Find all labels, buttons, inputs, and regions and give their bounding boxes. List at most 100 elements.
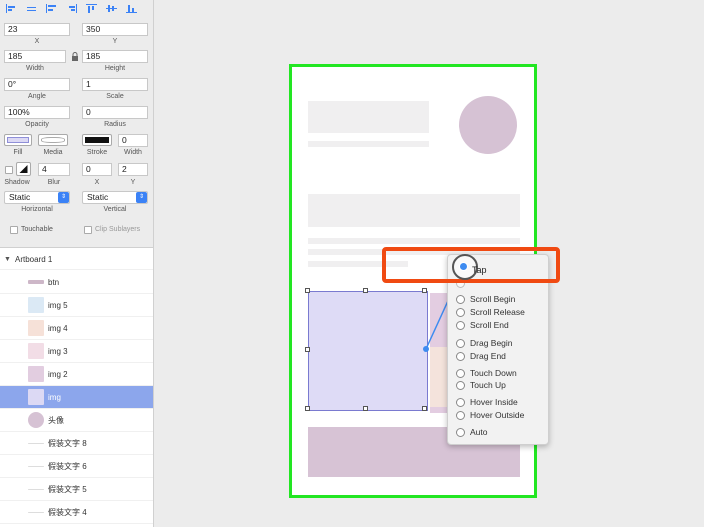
menu-item-hover-outside[interactable]: Hover Outside bbox=[456, 409, 524, 421]
inspector-sidebar: 23 X 350 Y 185 Width 185 Height 0° Angle… bbox=[0, 0, 154, 527]
text-placeholder-block[interactable] bbox=[308, 101, 429, 133]
stroke-width-field[interactable]: 0 bbox=[118, 134, 148, 147]
layer-row[interactable]: img 4 bbox=[0, 317, 153, 340]
layer-name: 假装文字 4 bbox=[48, 507, 87, 517]
align-right-icon[interactable] bbox=[64, 2, 78, 14]
layer-row[interactable]: 假装文字 5 bbox=[0, 478, 153, 501]
shadow-color-swatch[interactable] bbox=[16, 162, 31, 176]
layer-name: img 2 bbox=[48, 369, 68, 379]
layer-name: 假装文字 5 bbox=[48, 484, 87, 494]
design-canvas[interactable]: Scroll Begin Scroll Release Scroll End D… bbox=[155, 0, 704, 527]
shadow-x-field[interactable]: 0 bbox=[82, 163, 112, 176]
align-top-icon[interactable] bbox=[84, 2, 98, 14]
align-bottom-icon[interactable] bbox=[124, 2, 138, 14]
align-center-horizontal-icon[interactable] bbox=[44, 2, 58, 14]
angle-label: Angle bbox=[28, 93, 46, 100]
horizontal-label: Horizontal bbox=[21, 206, 53, 213]
menu-item-touch-down[interactable]: Touch Down bbox=[456, 367, 517, 379]
pointer-dot-icon bbox=[459, 262, 468, 271]
opacity-label: Opacity bbox=[25, 121, 49, 128]
align-left-icon[interactable] bbox=[4, 2, 18, 14]
layer-thumbnail bbox=[28, 320, 44, 336]
shadow-x-label: X bbox=[94, 179, 100, 186]
menu-item-drag-end[interactable]: Drag End bbox=[456, 350, 506, 362]
alignment-toolbar bbox=[0, 0, 153, 16]
blur-label: Blur bbox=[47, 179, 61, 186]
resize-handle[interactable] bbox=[422, 406, 427, 411]
touchable-checkbox[interactable] bbox=[10, 226, 18, 234]
clip-sublayers-checkbox[interactable] bbox=[84, 226, 92, 234]
resize-handle[interactable] bbox=[422, 288, 427, 293]
media-swatch[interactable] bbox=[38, 134, 68, 146]
height-label: Height bbox=[104, 65, 126, 72]
layer-thumbnail bbox=[28, 280, 44, 284]
distribute-horizontal-icon[interactable] bbox=[24, 2, 38, 14]
layer-row[interactable]: img 5 bbox=[0, 294, 153, 317]
stroke-swatch[interactable] bbox=[82, 134, 112, 146]
chevron-updown-icon: ⇕ bbox=[58, 192, 69, 203]
opacity-field[interactable]: 100% bbox=[4, 106, 70, 119]
angle-field[interactable]: 0° bbox=[4, 78, 70, 91]
width-field[interactable]: 185 bbox=[4, 50, 66, 63]
menu-item-scroll-begin[interactable]: Scroll Begin bbox=[456, 293, 515, 305]
layer-row[interactable]: btn bbox=[0, 271, 153, 294]
x-field[interactable]: 23 bbox=[4, 23, 70, 36]
layer-row[interactable]: 头像 bbox=[0, 409, 153, 432]
radio-icon bbox=[456, 307, 465, 317]
radio-icon bbox=[456, 427, 465, 437]
disclosure-triangle-icon[interactable]: ▼ bbox=[4, 256, 11, 263]
image-card-selected[interactable] bbox=[308, 291, 428, 411]
layer-row[interactable]: 假装文字 6 bbox=[0, 455, 153, 478]
layer-row[interactable]: 假装文字 8 bbox=[0, 432, 153, 455]
radio-icon bbox=[456, 338, 465, 348]
height-field[interactable]: 185 bbox=[82, 50, 148, 63]
menu-item-touch-up[interactable]: Touch Up bbox=[456, 379, 506, 391]
layer-thumbnail bbox=[28, 389, 44, 405]
text-placeholder-block[interactable] bbox=[308, 194, 520, 227]
layer-thumbnail bbox=[28, 488, 44, 490]
scale-label: Scale bbox=[106, 93, 124, 100]
resize-handle[interactable] bbox=[305, 406, 310, 411]
lock-icon[interactable] bbox=[71, 52, 79, 61]
avatar-circle[interactable] bbox=[459, 96, 517, 154]
y-field[interactable]: 350 bbox=[82, 23, 148, 36]
radius-field[interactable]: 0 bbox=[82, 106, 148, 119]
x-label: X bbox=[34, 38, 40, 45]
layer-row[interactable]: img 3 bbox=[0, 340, 153, 363]
text-placeholder-line[interactable] bbox=[308, 238, 520, 244]
vertical-label: Vertical bbox=[103, 206, 127, 213]
menu-item-scroll-end[interactable]: Scroll End bbox=[456, 319, 509, 331]
menu-item-tap[interactable]: Tap bbox=[472, 265, 487, 275]
shadow-y-field[interactable]: 2 bbox=[118, 163, 148, 176]
align-middle-icon[interactable] bbox=[104, 2, 118, 14]
layer-row[interactable]: 假装文字 4 bbox=[0, 501, 153, 524]
menu-item-hover-inside[interactable]: Hover Inside bbox=[456, 396, 518, 408]
touchable-label: Touchable bbox=[21, 226, 53, 233]
media-label: Media bbox=[43, 149, 63, 156]
layer-name: img 3 bbox=[48, 346, 68, 356]
resize-handle[interactable] bbox=[363, 288, 368, 293]
layer-name: img 5 bbox=[48, 300, 68, 310]
layer-name: 假装文字 8 bbox=[48, 438, 87, 448]
resize-handle[interactable] bbox=[305, 288, 310, 293]
text-placeholder-line[interactable] bbox=[308, 141, 429, 147]
radio-icon bbox=[456, 294, 465, 304]
horizontal-select[interactable]: Static ⇕ bbox=[4, 191, 70, 204]
layer-row[interactable]: img 2 bbox=[0, 363, 153, 386]
chevron-updown-icon: ⇕ bbox=[136, 192, 147, 203]
scale-field[interactable]: 1 bbox=[82, 78, 148, 91]
shadow-checkbox[interactable] bbox=[5, 166, 13, 174]
y-label: Y bbox=[112, 38, 118, 45]
blur-field[interactable]: 4 bbox=[38, 163, 70, 176]
radio-icon bbox=[456, 368, 465, 378]
vertical-select[interactable]: Static ⇕ bbox=[82, 191, 148, 204]
menu-item-scroll-release[interactable]: Scroll Release bbox=[456, 306, 525, 318]
resize-handle[interactable] bbox=[363, 406, 368, 411]
resize-handle[interactable] bbox=[305, 347, 310, 352]
fill-swatch[interactable] bbox=[4, 134, 32, 146]
radio-icon bbox=[456, 351, 465, 361]
menu-item-auto[interactable]: Auto bbox=[456, 426, 488, 438]
layer-row-selected[interactable]: img bbox=[0, 386, 153, 409]
menu-item-drag-begin[interactable]: Drag Begin bbox=[456, 337, 513, 349]
layer-group-artboard[interactable]: ▼ Artboard 1 bbox=[0, 250, 153, 270]
